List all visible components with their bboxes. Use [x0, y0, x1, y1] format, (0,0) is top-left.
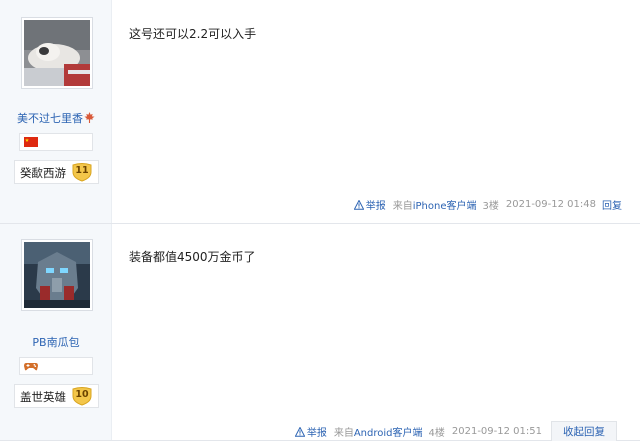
level-badge: 盖世英雄 10 — [14, 384, 99, 408]
level-number: 11 — [75, 165, 89, 176]
post-floor-3: 美不过七里香 癸歃西游 11 这号还可以2.2可以入手 举报 来自iPhone客… — [0, 0, 640, 224]
game-badge — [19, 357, 93, 375]
post-time: 2021-09-12 01:48 — [505, 199, 596, 210]
china-flag-icon — [24, 137, 38, 147]
reply-link[interactable]: 回复 — [602, 197, 622, 212]
post-list: 美不过七里香 癸歃西游 11 这号还可以2.2可以入手 举报 来自iPhone客… — [0, 0, 640, 441]
post-meta: 举报 来自iPhone客户端 3楼 2021-09-12 01:48 回复 — [353, 197, 622, 212]
client-source: 来自iPhone客户端 — [393, 197, 477, 212]
username-text[interactable]: PB南瓜包 — [32, 336, 79, 349]
author-panel: PB南瓜包 盖世英雄 10 — [0, 224, 112, 440]
level-badge: 癸歃西游 11 — [14, 160, 99, 184]
post-content-area: 这号还可以2.2可以入手 举报 来自iPhone客户端 3楼 2021-09-1… — [112, 0, 640, 223]
floor-number: 3楼 — [482, 201, 499, 212]
report-link[interactable]: 举报 — [307, 424, 327, 439]
post-meta: 举报 来自Android客户端 4楼 2021-09-12 01:51 收起回复 — [294, 421, 617, 441]
post-floor-4: PB南瓜包 盖世英雄 10 装备都值4500万金币了 举报 来自Android客… — [0, 224, 640, 441]
username[interactable]: 美不过七里香 — [0, 110, 112, 126]
region-badge — [19, 133, 93, 151]
avatar[interactable] — [21, 17, 93, 89]
level-name: 癸歃西游 — [20, 166, 66, 180]
via-prefix: 来自 — [333, 428, 354, 439]
post-content: 装备都值4500万金币了 — [129, 250, 256, 264]
avatar[interactable] — [21, 239, 93, 311]
floor-number: 4楼 — [428, 428, 445, 439]
warning-icon — [294, 426, 305, 437]
warning-icon — [353, 199, 364, 210]
level-name: 盖世英雄 — [20, 390, 66, 404]
gamepad-icon — [24, 363, 38, 371]
post-content-area: 装备都值4500万金币了 举报 来自Android客户端 4楼 2021-09-… — [112, 224, 640, 441]
username-text[interactable]: 美不过七里香 — [17, 112, 83, 125]
collapse-replies-button[interactable]: 收起回复 — [551, 421, 617, 441]
maple-leaf-icon — [84, 112, 95, 123]
client-source: 来自Android客户端 — [334, 424, 423, 439]
level-number: 10 — [75, 389, 89, 400]
author-panel: 美不过七里香 癸歃西游 11 — [0, 0, 112, 223]
client-link[interactable]: Android客户端 — [354, 428, 423, 439]
via-prefix: 来自 — [392, 201, 413, 212]
avatar-image — [24, 242, 90, 308]
report-link[interactable]: 举报 — [366, 197, 386, 212]
post-content: 这号还可以2.2可以入手 — [129, 27, 257, 41]
username[interactable]: PB南瓜包 — [0, 334, 112, 350]
post-time: 2021-09-12 01:51 — [451, 426, 542, 437]
client-link[interactable]: iPhone客户端 — [413, 201, 477, 212]
avatar-image — [24, 20, 90, 86]
